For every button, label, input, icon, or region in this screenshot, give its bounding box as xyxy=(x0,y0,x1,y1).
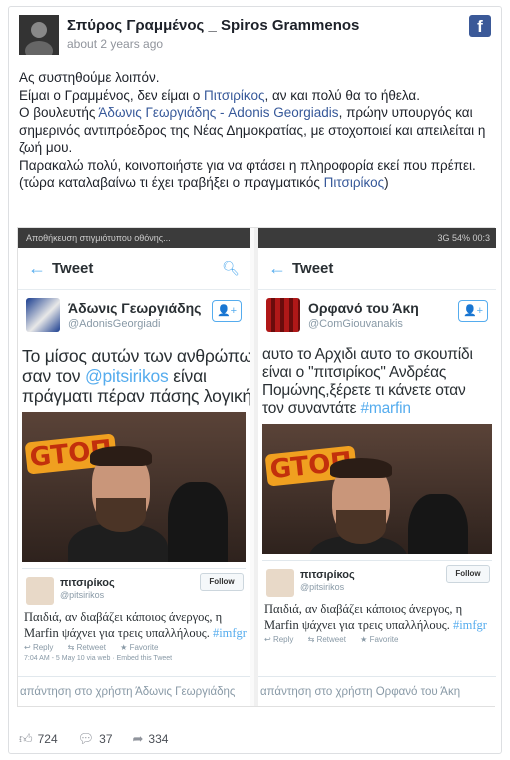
text-run: είναι ο "πιτσιρίκος" Ανδρέας xyxy=(262,364,447,381)
text-run: Παρακαλώ πολύ, κοινοποιήστε για να φτάσε… xyxy=(19,157,476,173)
reply-icon: ↩ Reply xyxy=(24,643,54,652)
tweet-line: σαν τον @pitsirikos είναι xyxy=(22,366,246,386)
reply-bar: απάντηση στο χρήστη Ορφανό του Άκη xyxy=(258,676,496,706)
share-icon: ➦ xyxy=(132,731,144,746)
embed-text: Παιδιά, αν διαβάζει κάποιος άνεργος, η M… xyxy=(264,601,488,633)
status-bar: Αποθήκευση στιγμιότυπου οθόνης... xyxy=(18,228,250,248)
favorite-icon: ★ Favorite xyxy=(360,635,399,644)
embed-actions: ↩ Reply ⇆ Retweet ★ Favorite xyxy=(24,643,170,652)
text-link[interactable]: Πιτσιρίκος xyxy=(324,175,385,190)
tweet-line: Πομώνης,ξέρετε τι κάνετε οταν xyxy=(262,382,492,400)
post-paragraph: Ας συστηθούμε λοιπόν. xyxy=(19,69,495,87)
text-run: αυτο το Αρχιδι αυτο το σκουπίδι xyxy=(262,346,473,363)
author-avatar[interactable] xyxy=(19,15,59,55)
appbar-title: Tweet xyxy=(292,260,334,277)
text-link[interactable]: Άδωνις Γεωργιάδης - Adonis Georgiadis xyxy=(98,105,338,120)
user-avatar xyxy=(26,298,60,332)
back-arrow-icon: ← xyxy=(28,258,46,278)
text-run: ) xyxy=(384,175,389,190)
tweet-user-handle: @ComGiouvanakis xyxy=(308,318,403,330)
text-link[interactable]: Πιτσιρίκος xyxy=(204,88,265,103)
text-run: (τώρα καταλαβαίνω τι έχει τραβήξει ο πρα… xyxy=(19,175,324,190)
tweet-appbar: ← Tweet 🔍︎ xyxy=(18,248,250,290)
tweet-user-name: Άδωνις Γεωργιάδης xyxy=(68,300,202,316)
embed-user-name: πιτσιρίκος xyxy=(60,577,115,589)
post-footer: 👍︎ 724 💬︎ 37 ➦ 334 xyxy=(19,731,168,747)
text-run: τον συναντάτε xyxy=(262,400,361,417)
tweet-text: αυτο το Αρχιδι αυτο το σκουπίδι είναι ο "… xyxy=(258,346,496,418)
tweet-text: Το μίσος αυτών των ανθρώπων σαν τον @pits… xyxy=(18,346,250,406)
embed-text: Παιδιά, αν διαβάζει κάποιος άνεργος, η M… xyxy=(24,609,248,641)
text-run: Είμαι ο Γραμμένος, δεν είμαι ο xyxy=(19,87,204,103)
embed-follow-button: Follow xyxy=(446,565,490,583)
post-image[interactable]: Αποθήκευση στιγμιότυπου οθόνης... ← Twee… xyxy=(17,227,496,707)
tweet-line: τον συναντάτε #marfin xyxy=(262,400,492,418)
reply-bar: απάντηση στο χρήστη Άδωνις Γεωργιάδης xyxy=(18,676,250,706)
follow-user-icon: 👤+ xyxy=(212,300,242,322)
text-run: είναι xyxy=(168,366,207,386)
post-paragraph: Ο βουλευτής Άδωνις Γεωργιάδης - Adonis G… xyxy=(19,104,495,157)
like-count[interactable]: 👍︎ 724 xyxy=(19,731,58,747)
post-paragraph: Παρακαλώ πολύ, κοινοποιήστε για να φτάσε… xyxy=(19,157,495,175)
tweet-photo: GTOΠ xyxy=(262,424,492,554)
post-text: Ας συστηθούμε λοιπόν. Είμαι ο Γραμμένος, … xyxy=(19,69,495,192)
text-run: Ας συστηθούμε λοιπόν. xyxy=(19,70,160,85)
favorite-icon: ★ Favorite xyxy=(120,643,159,652)
embed-actions: ↩ Reply ⇆ Retweet ★ Favorite xyxy=(264,635,410,644)
tweet-line: Το μίσος αυτών των ανθρώπων xyxy=(22,346,250,366)
text-run: Πομώνης,ξέρετε τι κάνετε οταν xyxy=(262,382,466,399)
like-icon: 👍︎ xyxy=(19,731,33,746)
retweet-icon: ⇆ Retweet xyxy=(307,635,346,644)
text-link[interactable]: #imfgr xyxy=(213,626,247,640)
share-count[interactable]: ➦ 334 xyxy=(133,731,169,747)
search-icon: 🔍︎ xyxy=(222,260,240,276)
user-avatar xyxy=(266,298,300,332)
post-paragraph: Είμαι ο Γραμμένος, δεν είμαι ο Πιτσιρίκο… xyxy=(19,87,495,105)
reply-icon: ↩ Reply xyxy=(264,635,294,644)
comment-count[interactable]: 💬︎ 37 xyxy=(78,731,113,747)
tweet-line: είναι ο "πιτσιρίκος" Ανδρέας xyxy=(262,364,492,382)
follow-user-icon: 👤+ xyxy=(458,300,488,322)
back-arrow-icon: ← xyxy=(268,258,286,278)
post-timestamp[interactable]: about 2 years ago xyxy=(67,37,163,51)
text-link[interactable]: #imfgr xyxy=(453,618,487,632)
screenshot-right: 3G 54% 00:3 ← Tweet Ορφανό του Άκη @ComG… xyxy=(258,228,496,706)
embed-follow-button: Follow xyxy=(200,573,244,591)
retweet-icon: ⇆ Retweet xyxy=(67,643,106,652)
text-link[interactable]: @pitsirikos xyxy=(85,366,169,386)
tweet-photo: GTOΠ xyxy=(22,412,246,562)
embed-user-handle: @pitsirikos xyxy=(60,590,105,600)
text-run: Ο βουλευτής xyxy=(19,105,99,120)
text-run: Το μίσος αυτών των ανθρώπων xyxy=(22,346,250,366)
comment-icon: 💬︎ xyxy=(77,731,95,746)
tweet-user-name: Ορφανό του Άκη xyxy=(308,300,419,316)
screenshot-left: Αποθήκευση στιγμιότυπου οθόνης... ← Twee… xyxy=(18,228,254,706)
post-author-name[interactable]: Σπύρος Γραμμένος _ Spiros Grammenos xyxy=(67,17,359,34)
tweet-appbar: ← Tweet xyxy=(258,248,496,290)
status-bar: 3G 54% 00:3 xyxy=(258,228,496,248)
post-paragraph: (τώρα καταλαβαίνω τι έχει τραβήξει ο πρα… xyxy=(19,174,495,192)
tweet-header: Ορφανό του Άκη @ComGiouvanakis 👤+ xyxy=(258,290,496,346)
tweet-header: Άδωνις Γεωργιάδης @AdonisGeorgiadi 👤+ xyxy=(18,290,250,346)
text-run: , αν και πολύ θα το ήθελα. xyxy=(264,87,420,103)
embedded-tweet: πιτσιρίκος @pitsirikos Follow Παιδιά, αν… xyxy=(262,560,492,660)
text-run: σαν τον xyxy=(22,366,85,386)
facebook-icon[interactable]: f xyxy=(469,15,491,37)
text-link[interactable]: #marfin xyxy=(361,400,411,417)
facebook-post: Σπύρος Γραμμένος _ Spiros Grammenos abou… xyxy=(8,6,502,754)
embed-avatar xyxy=(266,569,294,597)
embed-date: 7:04 AM - 5 May 10 via web · Embed this … xyxy=(24,655,173,662)
embedded-tweet: πιτσιρίκος @pitsirikos Follow Παιδιά, αν… xyxy=(22,568,248,668)
text-run: Παιδιά, αν διαβάζει κάποιος άνεργος, η M… xyxy=(264,602,463,632)
tweet-user-handle: @AdonisGeorgiadi xyxy=(68,318,161,330)
appbar-title: Tweet xyxy=(52,260,94,277)
tweet-line: πράγματι πέραν πάσης λογικής... xyxy=(22,386,250,406)
text-run: Παιδιά, αν διαβάζει κάποιος άνεργος, η M… xyxy=(24,610,223,640)
text-run: πράγματι πέραν πάσης λογικής... xyxy=(22,386,250,406)
tweet-line: αυτο το Αρχιδι αυτο το σκουπίδι xyxy=(262,346,492,364)
embed-avatar xyxy=(26,577,54,605)
embed-user-name: πιτσιρίκος xyxy=(300,569,355,581)
embed-user-handle: @pitsirikos xyxy=(300,582,345,592)
